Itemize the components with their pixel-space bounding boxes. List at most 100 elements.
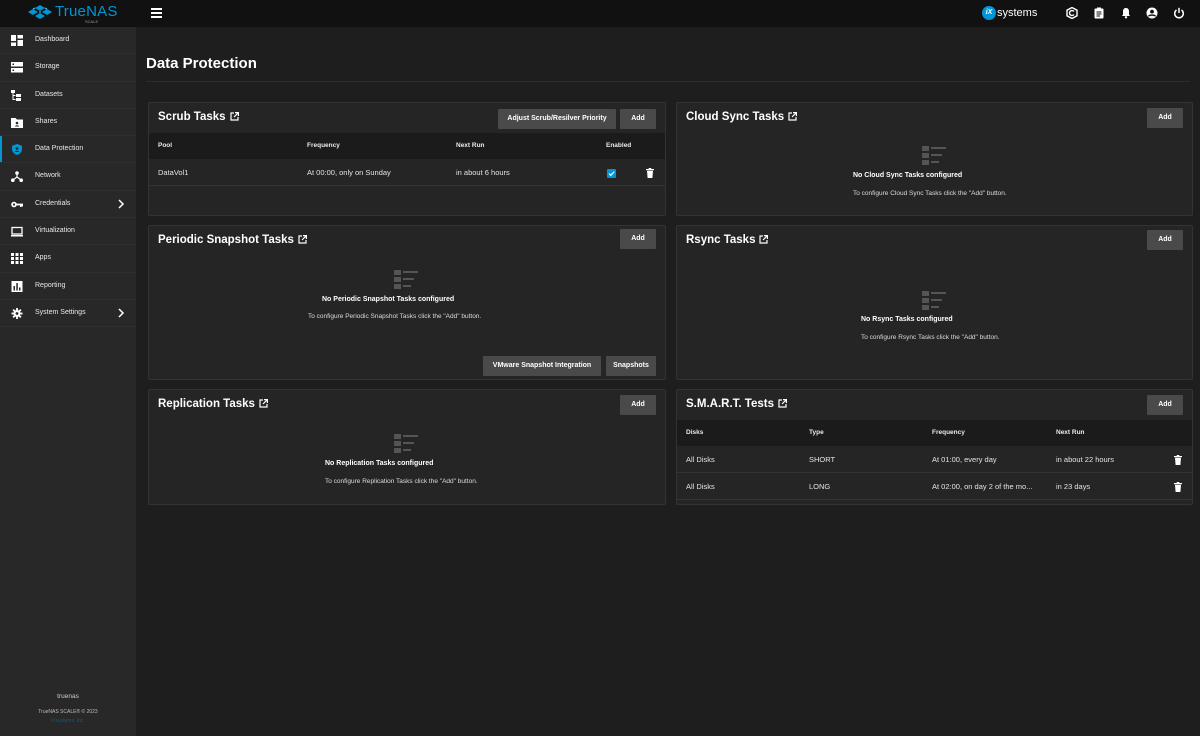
vendor-name: systems (997, 7, 1038, 19)
clipboard-icon[interactable] (1093, 7, 1105, 19)
sidebar-item-storage[interactable]: Storage (0, 54, 136, 82)
datasets-icon (11, 89, 21, 101)
cell-type: LONG (809, 482, 831, 491)
column-header-frequency[interactable]: Frequency (932, 429, 965, 436)
sidebar-item-label: System Settings (35, 308, 86, 316)
column-header-disks[interactable]: Disks (686, 429, 703, 436)
smart-tests-card: S.M.A.R.T. Tests Add Disks Type Frequenc… (676, 389, 1193, 505)
add-scrub-task-button[interactable]: Add (620, 109, 656, 129)
cell-type: SHORT (809, 455, 836, 464)
menu-toggle-icon[interactable] (151, 8, 162, 18)
sidebar-item-data-protection[interactable]: Data Protection (0, 136, 136, 164)
table-row[interactable]: All Disks SHORT At 01:00, every day in a… (677, 446, 1192, 473)
gear-icon (11, 307, 23, 319)
brand-name: TrueNAS (55, 3, 118, 20)
cell-next-run: in about 6 hours (456, 168, 510, 177)
scrub-tasks-title: Scrub Tasks (158, 111, 239, 123)
sidebar-item-label: Virtualization (35, 227, 75, 235)
adjust-scrub-priority-button[interactable]: Adjust Scrub/Resilver Priority (498, 109, 616, 129)
column-header-next-run[interactable]: Next Run (1056, 429, 1085, 436)
shares-icon (11, 117, 23, 128)
copyright: TrueNAS SCALE® © 2023 (38, 709, 98, 715)
sidebar-item-label: Credentials (35, 199, 71, 207)
cell-frequency: At 02:00, on day 2 of the mo... (932, 482, 1033, 491)
cell-pool: DataVol1 (158, 168, 189, 177)
chevron-right-icon (118, 308, 125, 318)
rsync-tasks-card: Rsync Tasks Add No Rsync Tasks configure… (676, 225, 1193, 380)
key-icon (11, 201, 23, 208)
cell-frequency: At 00:00, only on Sunday (307, 168, 391, 177)
truecommand-icon[interactable] (1066, 7, 1078, 19)
sidebar-item-label: Reporting (35, 281, 66, 289)
cell-next-run: in about 22 hours (1056, 455, 1114, 464)
network-icon (11, 171, 23, 183)
column-header-pool[interactable]: Pool (158, 142, 172, 149)
delete-icon[interactable] (646, 168, 654, 178)
sidebar-item-datasets[interactable]: Datasets (0, 82, 136, 109)
cell-next-run: in 23 days (1056, 482, 1091, 491)
column-header-type[interactable]: Type (809, 429, 824, 436)
sidebar-item-label: Dashboard (35, 36, 70, 43)
title-divider (146, 81, 1190, 82)
delete-icon[interactable] (1174, 482, 1182, 492)
chevron-right-icon (118, 199, 125, 209)
table-header: Disks Type Frequency Next Run (677, 420, 1192, 446)
table-row[interactable]: All Disks LONG At 02:00, on day 2 of the… (677, 473, 1192, 500)
empty-description: To configure Replication Tasks click the… (325, 478, 478, 485)
truenas-logo-icon (28, 5, 52, 19)
smart-tests-title: S.M.A.R.T. Tests (686, 398, 787, 410)
card-title-text: S.M.A.R.T. Tests (686, 398, 774, 410)
reporting-icon (11, 280, 23, 292)
sidebar-item-label: Storage (35, 63, 60, 71)
bell-icon[interactable] (1120, 7, 1132, 19)
column-header-next-run[interactable]: Next Run (456, 142, 485, 149)
truenas-logo[interactable]: TrueNAS SCALE (28, 3, 138, 26)
column-header-enabled[interactable]: Enabled (606, 142, 631, 149)
account-icon[interactable] (1146, 7, 1158, 19)
snapshots-button[interactable]: Snapshots (606, 356, 656, 376)
delete-icon[interactable] (1174, 455, 1182, 465)
table-row[interactable]: DataVol1 At 00:00, only on Sunday in abo… (149, 159, 665, 186)
sidebar-item-system-settings[interactable]: System Settings (0, 300, 136, 328)
sidebar: Dashboard Storage Datasets Shares Data P… (0, 27, 136, 736)
sidebar-item-label: Apps (35, 254, 51, 262)
empty-description: To configure Rsync Tasks click the "Add"… (861, 334, 1000, 341)
dashboard-icon (11, 35, 23, 46)
cell-disks: All Disks (686, 455, 715, 464)
card-title-text: Scrub Tasks (158, 111, 226, 123)
laptop-icon (11, 226, 23, 237)
brand-edition: SCALE (85, 19, 99, 24)
empty-title: No Rsync Tasks configured (861, 316, 953, 323)
sidebar-item-shares[interactable]: Shares (0, 109, 136, 137)
sidebar-item-virtualization[interactable]: Virtualization (0, 218, 136, 246)
column-header-frequency[interactable]: Frequency (307, 142, 340, 149)
page-title: Data Protection (146, 55, 257, 72)
sidebar-item-reporting[interactable]: Reporting (0, 273, 136, 300)
empty-title: No Periodic Snapshot Tasks configured (322, 296, 455, 303)
company-link[interactable]: iXsystems, Inc. (0, 718, 136, 724)
sidebar-item-credentials[interactable]: Credentials (0, 191, 136, 219)
power-icon[interactable] (1173, 7, 1185, 19)
empty-list-icon (922, 146, 946, 165)
empty-list-icon (922, 291, 946, 310)
storage-icon (11, 62, 23, 73)
cell-disks: All Disks (686, 482, 715, 491)
vmware-snapshot-integration-button[interactable]: VMware Snapshot Integration (483, 356, 601, 376)
enabled-checkbox[interactable] (607, 169, 616, 178)
cloud-sync-tasks-card: Cloud Sync Tasks Add No Cloud Sync Tasks… (676, 102, 1193, 216)
empty-list-icon (394, 270, 418, 289)
empty-description: To configure Cloud Sync Tasks click the … (853, 190, 1007, 197)
open-in-new-icon[interactable] (229, 112, 239, 121)
empty-description: To configure Periodic Snapshot Tasks cli… (308, 313, 482, 320)
sidebar-item-label: Datasets (35, 90, 63, 98)
add-smart-test-button[interactable]: Add (1147, 395, 1183, 415)
sidebar-item-network[interactable]: Network (0, 163, 136, 191)
sidebar-item-apps[interactable]: Apps (0, 245, 136, 273)
ix-mark: iX (982, 6, 996, 20)
periodic-snapshot-tasks-card: Periodic Snapshot Tasks Add No Periodic … (148, 225, 666, 380)
replication-tasks-card: Replication Tasks Add No Replication Tas… (148, 389, 666, 505)
scrub-tasks-card: Scrub Tasks Adjust Scrub/Resilver Priori… (148, 102, 666, 216)
sidebar-item-dashboard[interactable]: Dashboard (0, 27, 136, 55)
empty-title: No Replication Tasks configured (325, 460, 434, 467)
open-in-new-icon[interactable] (778, 399, 787, 408)
